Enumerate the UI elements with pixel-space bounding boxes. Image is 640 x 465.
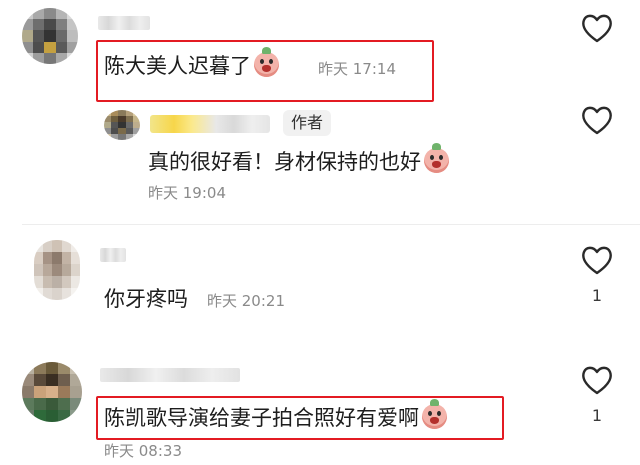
- comment-body: 陈凯歌导演给妻子拍合照好有爱啊: [104, 406, 419, 430]
- comment-text: 陈凯歌导演给妻子拍合照好有爱啊: [104, 399, 447, 432]
- heart-icon[interactable]: [580, 12, 614, 44]
- like-count: 1: [591, 406, 603, 425]
- comment-text: 陈大美人迟暮了: [104, 47, 279, 80]
- comment-time: 昨天 17:14: [318, 60, 396, 78]
- divider: [22, 224, 640, 225]
- comment-time: 昨天 08:33: [104, 442, 182, 460]
- crying-emoji-icon: [254, 47, 279, 77]
- heart-icon[interactable]: [580, 364, 614, 396]
- heart-icon[interactable]: [580, 104, 614, 136]
- comment-body: 陈大美人迟暮了: [104, 54, 251, 78]
- username-blurred[interactable]: [98, 16, 150, 30]
- avatar[interactable]: [104, 110, 140, 140]
- avatar[interactable]: [34, 240, 80, 300]
- crying-emoji-icon: [422, 399, 447, 429]
- username-blurred[interactable]: [100, 248, 126, 262]
- reply-text: 真的很好看！身材保持的也好: [148, 143, 449, 176]
- author-badge: 作者: [283, 110, 332, 136]
- reply-body: 真的很好看！身材保持的也好: [148, 150, 421, 174]
- username-blurred[interactable]: [150, 115, 270, 133]
- crying-emoji-icon: [424, 143, 449, 173]
- username-blurred[interactable]: [100, 368, 240, 382]
- avatar[interactable]: [22, 8, 78, 64]
- comment-time: 昨天 20:21: [207, 292, 285, 310]
- reply-time: 昨天 19:04: [148, 184, 226, 202]
- like-count: 1: [591, 286, 603, 305]
- heart-icon[interactable]: [580, 244, 614, 276]
- comment-text: 你牙疼吗: [104, 287, 188, 311]
- avatar[interactable]: [22, 362, 82, 422]
